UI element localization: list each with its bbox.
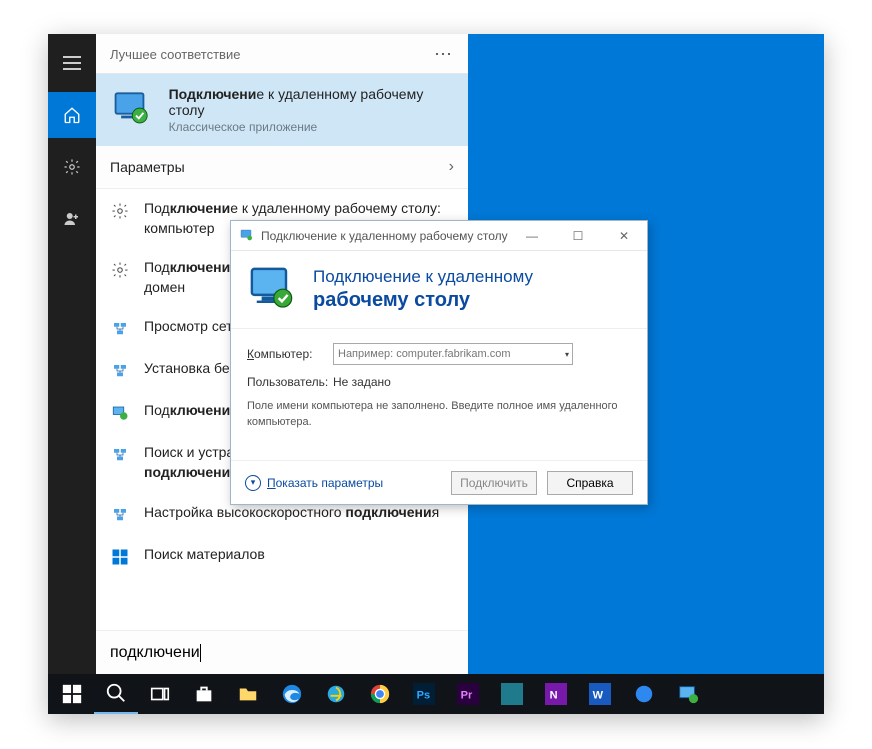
- rail-settings[interactable]: [48, 144, 96, 190]
- search-input-text: подключени: [110, 644, 200, 662]
- taskbar: Ps Pr N W: [48, 674, 824, 714]
- minimize-button[interactable]: —: [509, 221, 555, 251]
- svg-text:Pr: Pr: [461, 690, 473, 702]
- svg-text:N: N: [550, 690, 558, 702]
- win-icon: [110, 547, 130, 567]
- rdp-info-text: Поле имени компьютера не заполнено. Введ…: [247, 399, 631, 431]
- svg-text:W: W: [593, 690, 604, 702]
- rdp-header-icon: [247, 264, 299, 316]
- premiere-icon[interactable]: Pr: [446, 674, 490, 714]
- app-icon-1[interactable]: [490, 674, 534, 714]
- rdp-heading-line2: рабочему столу: [313, 288, 533, 313]
- rdp-icon: [110, 403, 130, 423]
- start-button[interactable]: [50, 674, 94, 714]
- best-match-subtitle: Классическое приложение: [169, 120, 454, 134]
- rail-home[interactable]: [48, 92, 96, 138]
- computer-placeholder: Например: computer.fabrikam.com: [338, 348, 511, 360]
- onenote-icon[interactable]: N: [534, 674, 578, 714]
- word-icon[interactable]: W: [578, 674, 622, 714]
- rdp-titlebar-icon: [239, 228, 255, 244]
- rdp-titlebar[interactable]: Подключение к удаленному рабочему столу …: [231, 221, 647, 251]
- rdp-dialog: Подключение к удаленному рабочему столу …: [230, 220, 648, 505]
- show-options-link[interactable]: ▾ Показать параметры: [245, 475, 441, 491]
- best-match-title: Подключение к удаленному рабочему столу: [169, 86, 454, 118]
- search-button[interactable]: [94, 674, 138, 714]
- net-icon: [110, 445, 130, 465]
- photoshop-icon[interactable]: Ps: [402, 674, 446, 714]
- net-icon: [110, 319, 130, 339]
- search-box[interactable]: подключени: [96, 630, 468, 674]
- taskview-button[interactable]: [138, 674, 182, 714]
- start-rail: [48, 34, 96, 674]
- params-header-label: Параметры: [110, 159, 185, 175]
- best-match-item[interactable]: Подключение к удаленному рабочему столу …: [96, 74, 468, 146]
- store-icon[interactable]: [182, 674, 226, 714]
- close-button[interactable]: ✕: [601, 221, 647, 251]
- menu-hamburger[interactable]: [48, 40, 96, 86]
- best-match-label: Лучшее соответствие: [110, 47, 240, 62]
- net-icon: [110, 505, 130, 525]
- app-icon-2[interactable]: [622, 674, 666, 714]
- result-text: Поиск материалов: [144, 545, 265, 565]
- best-match-header: Лучшее соответствие ⋯: [96, 34, 468, 74]
- gear-icon: [110, 201, 130, 221]
- chevron-right-icon: ›: [449, 158, 454, 176]
- params-header[interactable]: Параметры ›: [96, 146, 468, 189]
- connect-button[interactable]: Подключить: [451, 471, 537, 495]
- user-value: Не задано: [333, 375, 391, 389]
- gear-icon: [110, 260, 130, 280]
- edge-icon[interactable]: [270, 674, 314, 714]
- expand-icon: ▾: [245, 475, 261, 491]
- rdp-titlebar-text: Подключение к удаленному рабочему столу: [261, 229, 509, 243]
- maximize-button[interactable]: ☐: [555, 221, 601, 251]
- search-result-item[interactable]: Поиск материалов: [96, 535, 468, 577]
- rdp-heading-line1: Подключение к удаленному: [313, 266, 533, 287]
- net-icon: [110, 361, 130, 381]
- computer-combobox[interactable]: Например: computer.fabrikam.com ▾: [333, 343, 573, 365]
- rail-user[interactable]: [48, 196, 96, 242]
- result-text: Настройка высокоскоростного подключения: [144, 503, 439, 523]
- more-icon[interactable]: ⋯: [434, 44, 454, 65]
- rdp-app-icon: [110, 87, 155, 133]
- user-label: Пользователь:: [247, 375, 333, 389]
- chrome-icon[interactable]: [358, 674, 402, 714]
- explorer-icon[interactable]: [226, 674, 270, 714]
- rdp-header: Подключение к удаленному рабочему столу: [231, 251, 647, 329]
- help-button[interactable]: Справка: [547, 471, 633, 495]
- computer-label: Компьютер:: [247, 347, 333, 361]
- rdp-taskbar-icon[interactable]: [666, 674, 710, 714]
- svg-text:Ps: Ps: [417, 690, 430, 702]
- ie-icon[interactable]: [314, 674, 358, 714]
- dropdown-icon: ▾: [565, 350, 569, 359]
